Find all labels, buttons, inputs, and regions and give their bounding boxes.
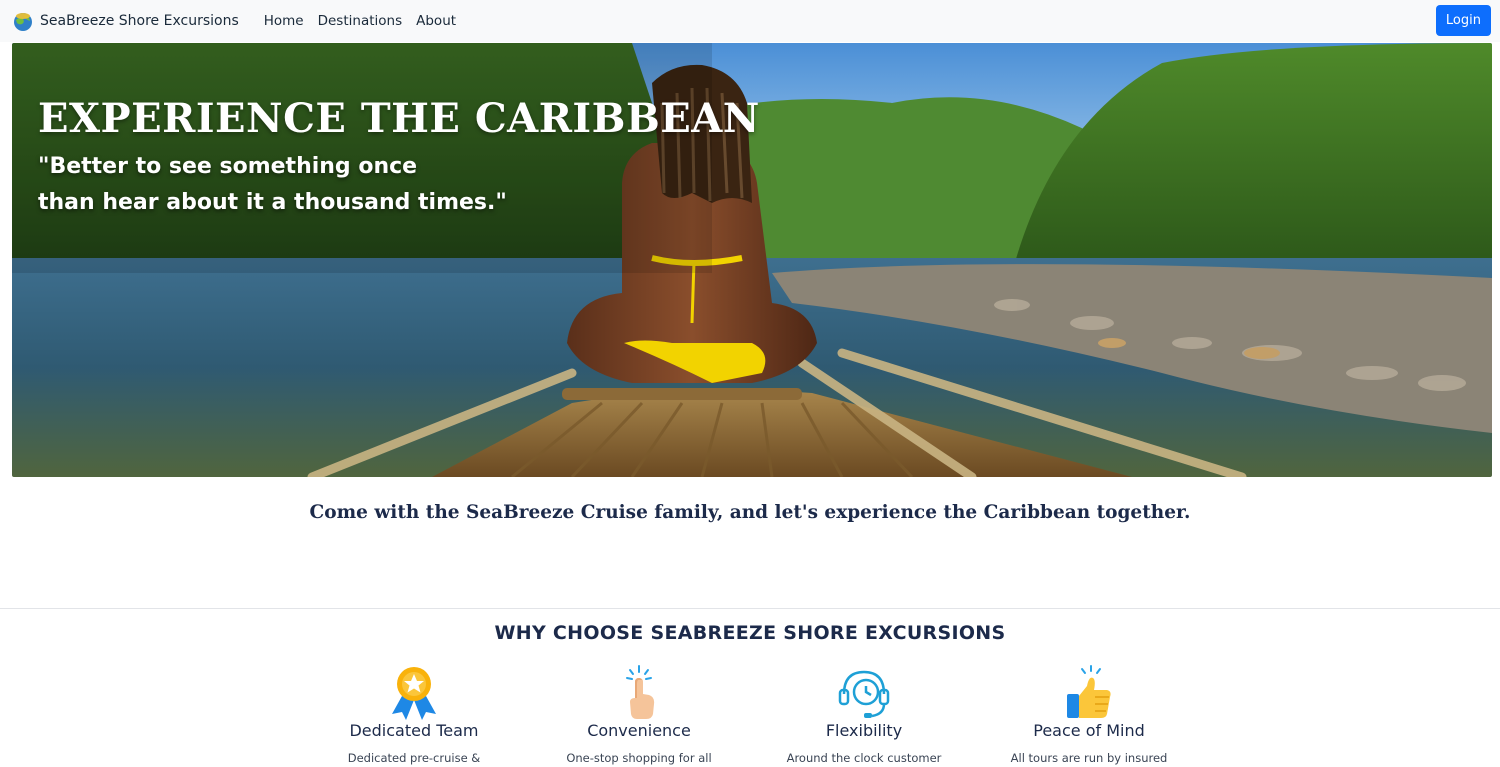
- hero-quote-line-2: than hear about it a thousand times.": [38, 190, 507, 215]
- nav-link-home[interactable]: Home: [264, 13, 304, 29]
- hero-banner: EXPERIENCE THE CARIBBEAN "Better to see …: [12, 43, 1492, 477]
- award-ribbon-icon: [392, 667, 436, 720]
- feature-flexibility: Flexibility Around the clock customer: [769, 664, 959, 765]
- feature-title: Dedicated Team: [349, 721, 479, 740]
- hero-quote: "Better to see something once than hear …: [38, 149, 507, 221]
- globe-logo-icon: [14, 13, 32, 31]
- pointing-hand-icon: [626, 665, 655, 719]
- tagline: Come with the SeaBreeze Cruise family, a…: [309, 502, 1191, 523]
- hero-title: EXPERIENCE THE CARIBBEAN: [38, 95, 760, 142]
- login-button[interactable]: Login: [1435, 5, 1491, 36]
- nav-link-destinations[interactable]: Destinations: [318, 13, 403, 29]
- feature-description: One-stop shopping for all: [566, 751, 712, 765]
- brand[interactable]: SeaBreeze Shore Excursions: [12, 10, 239, 32]
- feature-convenience: Convenience One-stop shopping for all: [544, 664, 734, 765]
- nav-link-about[interactable]: About: [416, 13, 456, 29]
- feature-title: Peace of Mind: [1033, 721, 1145, 740]
- feature-description: All tours are run by insured: [1010, 751, 1168, 765]
- hero-quote-line-1: "Better to see something once: [38, 154, 418, 179]
- brand-name: SeaBreeze Shore Excursions: [40, 13, 239, 29]
- thumbs-up-icon: [1067, 665, 1111, 718]
- feature-title: Flexibility: [825, 721, 903, 740]
- section-divider: [0, 608, 1500, 609]
- feature-peace-of-mind: Peace of Mind All tours are run by insur…: [994, 664, 1184, 765]
- feature-description: Dedicated pre-cruise &: [347, 751, 481, 765]
- feature-description: Around the clock customer: [786, 751, 942, 765]
- navbar: SeaBreeze Shore Excursions Home Destinat…: [0, 0, 1500, 42]
- feature-title: Convenience: [587, 721, 691, 740]
- why-choose-heading: WHY CHOOSE SEABREEZE SHORE EXCURSIONS: [494, 622, 1006, 644]
- feature-dedicated-team: Dedicated Team Dedicated pre-cruise &: [319, 664, 509, 765]
- support-headset-icon: [838, 670, 890, 718]
